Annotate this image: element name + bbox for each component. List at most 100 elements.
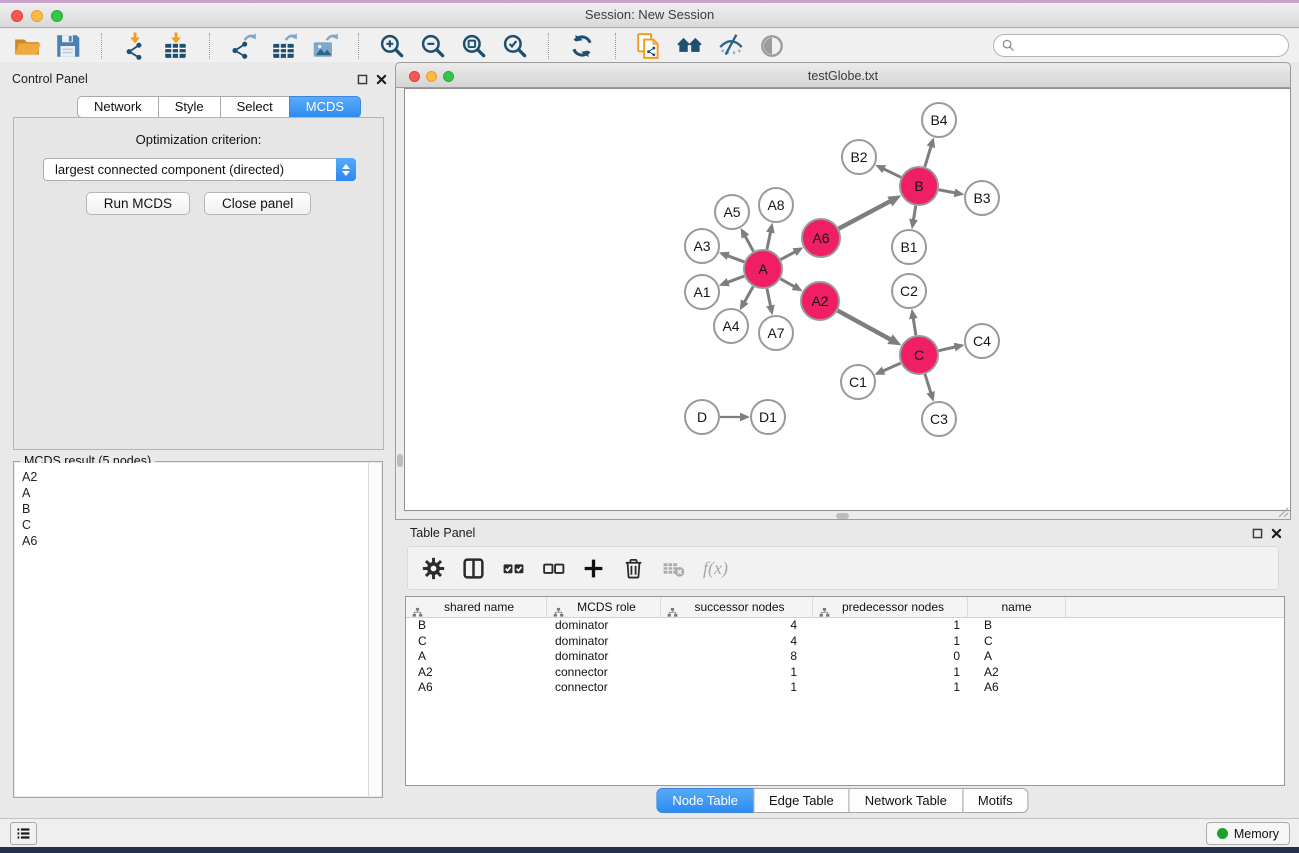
- task-history-button[interactable]: [10, 822, 37, 845]
- table-cell[interactable]: 4: [661, 634, 813, 650]
- table-cell[interactable]: A2: [968, 665, 1066, 681]
- app-titlebar[interactable]: Session: New Session: [0, 3, 1299, 28]
- close-table-panel-icon[interactable]: [1270, 527, 1283, 540]
- open-session-icon[interactable]: [12, 31, 42, 61]
- graph-edge-C-C1[interactable]: [882, 363, 901, 371]
- table-row[interactable]: Bdominator41B: [406, 618, 1284, 634]
- float-panel-icon[interactable]: [356, 73, 369, 86]
- tab-network[interactable]: Network: [77, 96, 159, 118]
- graph-edge-A-A7[interactable]: [767, 289, 771, 308]
- graph-edge-C-C2[interactable]: [913, 317, 916, 336]
- graph-edge-A6-B[interactable]: [839, 201, 892, 229]
- table-cell[interactable]: 0: [813, 649, 968, 665]
- graph-edge-A-A4[interactable]: [744, 286, 753, 303]
- column-header-predecessor-nodes[interactable]: predecessor nodes: [813, 597, 968, 617]
- table-cell[interactable]: connector: [547, 680, 661, 696]
- save-session-icon[interactable]: [53, 31, 83, 61]
- settings-icon[interactable]: [420, 555, 447, 582]
- close-panel-button[interactable]: Close panel: [204, 192, 311, 215]
- tab-style[interactable]: Style: [158, 96, 221, 118]
- home-icon[interactable]: [675, 31, 705, 61]
- table-cell[interactable]: A2: [406, 665, 547, 681]
- function-builder-icon[interactable]: f(x): [700, 558, 728, 579]
- export-network-icon[interactable]: [228, 31, 258, 61]
- table-cell[interactable]: 4: [661, 618, 813, 634]
- table-cell[interactable]: C: [406, 634, 547, 650]
- import-network-icon[interactable]: [120, 31, 150, 61]
- column-layout-icon[interactable]: [460, 555, 487, 582]
- table-cell[interactable]: A6: [406, 680, 547, 696]
- graph-edge-C-C3[interactable]: [925, 374, 931, 394]
- table-cell[interactable]: B: [968, 618, 1066, 634]
- graph-edge-A2-C[interactable]: [838, 311, 892, 341]
- hide-selected-icon[interactable]: [716, 31, 746, 61]
- float-table-panel-icon[interactable]: [1251, 527, 1264, 540]
- memory-button[interactable]: Memory: [1206, 822, 1290, 845]
- zoom-fit-icon[interactable]: [459, 31, 489, 61]
- resize-grip-icon[interactable]: [1277, 506, 1289, 518]
- search-input[interactable]: [1016, 37, 1288, 55]
- graph-edge-A-A5[interactable]: [744, 235, 753, 252]
- tab-mcds[interactable]: MCDS: [289, 96, 361, 118]
- tab-select[interactable]: Select: [220, 96, 290, 118]
- mcds-result-item[interactable]: B: [22, 501, 368, 517]
- network-window-titlebar[interactable]: testGlobe.txt: [395, 62, 1291, 88]
- refresh-layout-icon[interactable]: [567, 31, 597, 61]
- select-all-icon[interactable]: [500, 555, 527, 582]
- show-details-icon[interactable]: [757, 31, 787, 61]
- delete-table-icon[interactable]: [660, 555, 687, 582]
- table-row[interactable]: Adominator80A: [406, 649, 1284, 665]
- mcds-result-item[interactable]: A: [22, 485, 368, 501]
- copy-network-icon[interactable]: [634, 31, 664, 61]
- table-cell[interactable]: 1: [813, 665, 968, 681]
- graph-edge-B-B3[interactable]: [939, 190, 957, 193]
- table-cell[interactable]: 1: [661, 665, 813, 681]
- graph-edge-A-A8[interactable]: [767, 230, 771, 249]
- table-cell[interactable]: connector: [547, 665, 661, 681]
- table-cell[interactable]: dominator: [547, 649, 661, 665]
- mcds-result-item[interactable]: C: [22, 517, 368, 533]
- delete-row-icon[interactable]: [620, 555, 647, 582]
- column-header-name[interactable]: name: [968, 597, 1066, 617]
- table-row[interactable]: A2connector11A2: [406, 665, 1284, 681]
- search-box[interactable]: [993, 34, 1289, 57]
- zoom-selected-icon[interactable]: [500, 31, 530, 61]
- import-table-icon[interactable]: [161, 31, 191, 61]
- column-header-shared-name[interactable]: shared name: [406, 597, 547, 617]
- close-panel-icon[interactable]: [375, 73, 388, 86]
- table-cell[interactable]: 1: [661, 680, 813, 696]
- table-cell[interactable]: A: [406, 649, 547, 665]
- deselect-all-icon[interactable]: [540, 555, 567, 582]
- table-row[interactable]: Cdominator41C: [406, 634, 1284, 650]
- table-row[interactable]: A6connector11A6: [406, 680, 1284, 696]
- network-canvas[interactable]: AA1A2A3A4A5A6A7A8BB1B2B3B4CC1C2C3C4DD1: [404, 88, 1291, 511]
- mcds-result-item[interactable]: A6: [22, 533, 368, 549]
- export-image-icon[interactable]: [310, 31, 340, 61]
- result-scrollbar[interactable]: [368, 463, 381, 796]
- add-row-icon[interactable]: [580, 555, 607, 582]
- vertical-scroll-thumb[interactable]: [397, 454, 403, 467]
- table-cell[interactable]: A: [968, 649, 1066, 665]
- graph-edge-B-B1[interactable]: [913, 206, 916, 222]
- tab-network-table[interactable]: Network Table: [849, 788, 963, 813]
- network-horizontal-scrollbar[interactable]: [396, 512, 1290, 519]
- graph-edge-A-A2[interactable]: [780, 279, 795, 288]
- table-cell[interactable]: 1: [813, 618, 968, 634]
- column-header-mcds-role[interactable]: MCDS role: [547, 597, 661, 617]
- table-cell[interactable]: 8: [661, 649, 813, 665]
- table-cell[interactable]: 1: [813, 634, 968, 650]
- network-vertical-scrollbar[interactable]: [396, 88, 404, 511]
- table-cell[interactable]: dominator: [547, 634, 661, 650]
- horizontal-scroll-thumb[interactable]: [836, 513, 849, 519]
- mcds-result-item[interactable]: A2: [22, 469, 368, 485]
- tab-motifs[interactable]: Motifs: [962, 788, 1029, 813]
- graph-edge-B-B2[interactable]: [882, 168, 901, 177]
- zoom-in-icon[interactable]: [377, 31, 407, 61]
- table-cell[interactable]: C: [968, 634, 1066, 650]
- graph-edge-B-B4[interactable]: [925, 145, 932, 167]
- table-cell[interactable]: B: [406, 618, 547, 634]
- table-cell[interactable]: A6: [968, 680, 1066, 696]
- graph-edge-A-A6[interactable]: [781, 251, 797, 259]
- graph-edge-C-C4[interactable]: [939, 347, 957, 351]
- run-mcds-button[interactable]: Run MCDS: [86, 192, 190, 215]
